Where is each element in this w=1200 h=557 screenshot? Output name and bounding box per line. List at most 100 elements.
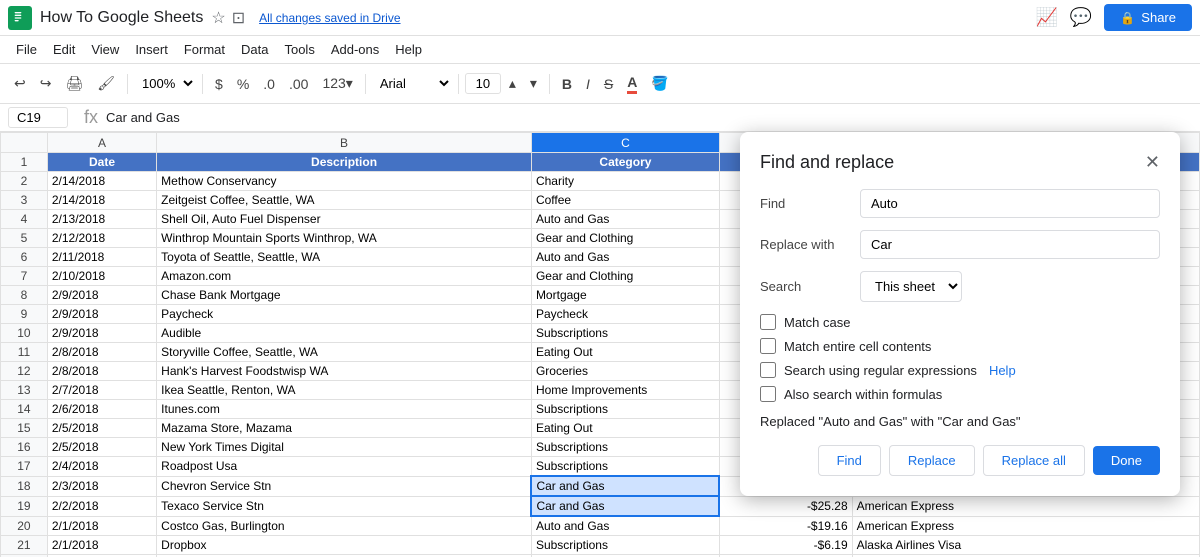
cell-desc-14[interactable]: New York Times Digital xyxy=(157,438,532,457)
share-button[interactable]: 🔒 Share xyxy=(1104,4,1192,31)
cell-date-1[interactable]: 2/14/2018 xyxy=(47,191,156,210)
replace-input[interactable] xyxy=(860,230,1160,259)
cell-cat-10[interactable]: Groceries xyxy=(531,362,719,381)
redo-button[interactable]: ↪ xyxy=(34,72,58,95)
cell-desc-13[interactable]: Mazama Store, Mazama xyxy=(157,419,532,438)
cell-ref-input[interactable] xyxy=(8,107,68,128)
italic-button[interactable]: I xyxy=(580,73,596,95)
decimal0-button[interactable]: .0 xyxy=(257,73,281,95)
folder-icon[interactable]: ⊡ xyxy=(232,8,245,28)
menu-edit[interactable]: Edit xyxy=(45,38,83,61)
cell-cat-16[interactable]: Car and Gas xyxy=(531,476,719,496)
print-button[interactable]: 🖨 xyxy=(59,72,89,95)
cell-cat-1[interactable]: Coffee xyxy=(531,191,719,210)
cell-date-7[interactable]: 2/9/2018 xyxy=(47,305,156,324)
cell-cat-4[interactable]: Auto and Gas xyxy=(531,248,719,267)
comments-icon[interactable]: 💬 xyxy=(1070,7,1092,28)
fill-color-button[interactable]: 🪣 xyxy=(645,72,674,95)
paint-format-button[interactable]: 🖌 xyxy=(91,72,121,95)
cell-date-0[interactable]: 2/14/2018 xyxy=(47,172,156,191)
undo-button[interactable]: ↩ xyxy=(8,72,32,95)
text-color-button[interactable]: A xyxy=(621,71,643,97)
match-entire-checkbox[interactable] xyxy=(760,338,776,354)
cell-desc-5[interactable]: Amazon.com xyxy=(157,267,532,286)
cell-date-2[interactable]: 2/13/2018 xyxy=(47,210,156,229)
decimal00-button[interactable]: .00 xyxy=(283,73,314,95)
cell-cat-14[interactable]: Subscriptions xyxy=(531,438,719,457)
cell-date-5[interactable]: 2/10/2018 xyxy=(47,267,156,286)
menu-format[interactable]: Format xyxy=(176,38,233,61)
col-header-c[interactable]: C xyxy=(531,133,719,153)
cell-cat-0[interactable]: Charity xyxy=(531,172,719,191)
cell-cat-19[interactable]: Subscriptions xyxy=(531,536,719,555)
cell-cat-7[interactable]: Paycheck xyxy=(531,305,719,324)
cell-date-19[interactable]: 2/1/2018 xyxy=(47,536,156,555)
cell-desc-7[interactable]: Paycheck xyxy=(157,305,532,324)
cell-date-15[interactable]: 2/4/2018 xyxy=(47,457,156,477)
cell-date-18[interactable]: 2/1/2018 xyxy=(47,516,156,536)
cell-cat-2[interactable]: Auto and Gas xyxy=(531,210,719,229)
cell-date-17[interactable]: 2/2/2018 xyxy=(47,496,156,516)
cell-desc-8[interactable]: Audible xyxy=(157,324,532,343)
cell-cat-3[interactable]: Gear and Clothing xyxy=(531,229,719,248)
menu-data[interactable]: Data xyxy=(233,38,276,61)
cell-desc-9[interactable]: Storyville Coffee, Seattle, WA xyxy=(157,343,532,362)
cell-date-12[interactable]: 2/6/2018 xyxy=(47,400,156,419)
cell-date-11[interactable]: 2/7/2018 xyxy=(47,381,156,400)
cell-desc-15[interactable]: Roadpost Usa xyxy=(157,457,532,477)
currency-button[interactable]: $ xyxy=(209,73,229,95)
bold-button[interactable]: B xyxy=(556,73,578,95)
cell-desc-16[interactable]: Chevron Service Stn xyxy=(157,476,532,496)
strikethrough-button[interactable]: S xyxy=(598,73,619,95)
percent-button[interactable]: % xyxy=(231,73,255,95)
regex-checkbox[interactable] xyxy=(760,362,776,378)
menu-addons[interactable]: Add-ons xyxy=(323,38,387,61)
cell-cat-9[interactable]: Eating Out xyxy=(531,343,719,362)
cell-desc-0[interactable]: Methow Conservancy xyxy=(157,172,532,191)
cell-date-9[interactable]: 2/8/2018 xyxy=(47,343,156,362)
cell-cat-12[interactable]: Subscriptions xyxy=(531,400,719,419)
cell-cat-6[interactable]: Mortgage xyxy=(531,286,719,305)
find-button[interactable]: Find xyxy=(818,445,881,476)
cell-desc-17[interactable]: Texaco Service Stn xyxy=(157,496,532,516)
cell-date-10[interactable]: 2/8/2018 xyxy=(47,362,156,381)
search-select[interactable]: This sheet All sheets xyxy=(860,271,962,302)
font-size-input[interactable] xyxy=(465,73,501,94)
col-header-a[interactable]: A xyxy=(47,133,156,153)
star-icon[interactable]: ☆ xyxy=(211,8,225,28)
replace-all-button[interactable]: Replace all xyxy=(983,445,1085,476)
cell-desc-6[interactable]: Chase Bank Mortgage xyxy=(157,286,532,305)
format123-button[interactable]: 123▾ xyxy=(316,72,358,95)
match-case-checkbox[interactable] xyxy=(760,314,776,330)
cell-cat-18[interactable]: Auto and Gas xyxy=(531,516,719,536)
cell-desc-11[interactable]: Ikea Seattle, Renton, WA xyxy=(157,381,532,400)
cell-desc-3[interactable]: Winthrop Mountain Sports Winthrop, WA xyxy=(157,229,532,248)
cell-date-8[interactable]: 2/9/2018 xyxy=(47,324,156,343)
cell-desc-1[interactable]: Zeitgeist Coffee, Seattle, WA xyxy=(157,191,532,210)
cell-cat-11[interactable]: Home Improvements xyxy=(531,381,719,400)
cell-desc-19[interactable]: Dropbox xyxy=(157,536,532,555)
cell-desc-12[interactable]: Itunes.com xyxy=(157,400,532,419)
font-select[interactable]: Arial xyxy=(372,73,452,94)
cell-date-6[interactable]: 2/9/2018 xyxy=(47,286,156,305)
cell-desc-4[interactable]: Toyota of Seattle, Seattle, WA xyxy=(157,248,532,267)
menu-tools[interactable]: Tools xyxy=(276,38,322,61)
cell-cat-17[interactable]: Car and Gas xyxy=(531,496,719,516)
autosave-link[interactable]: All changes saved in Drive xyxy=(259,11,400,25)
cell-desc-10[interactable]: Hank's Harvest Foodstwisp WA xyxy=(157,362,532,381)
cell-cat-15[interactable]: Subscriptions xyxy=(531,457,719,477)
cell-date-13[interactable]: 2/5/2018 xyxy=(47,419,156,438)
font-size-down[interactable]: ▾ xyxy=(524,72,543,95)
cell-desc-18[interactable]: Costco Gas, Burlington xyxy=(157,516,532,536)
close-dialog-button[interactable]: ✕ xyxy=(1145,152,1160,173)
cell-date-16[interactable]: 2/3/2018 xyxy=(47,476,156,496)
menu-insert[interactable]: Insert xyxy=(127,38,176,61)
formulas-checkbox[interactable] xyxy=(760,386,776,402)
cell-date-3[interactable]: 2/12/2018 xyxy=(47,229,156,248)
help-link[interactable]: Help xyxy=(989,363,1016,378)
done-button[interactable]: Done xyxy=(1093,446,1160,475)
replace-button[interactable]: Replace xyxy=(889,445,975,476)
menu-help[interactable]: Help xyxy=(387,38,430,61)
font-size-up[interactable]: ▴ xyxy=(503,72,522,95)
menu-file[interactable]: File xyxy=(8,38,45,61)
